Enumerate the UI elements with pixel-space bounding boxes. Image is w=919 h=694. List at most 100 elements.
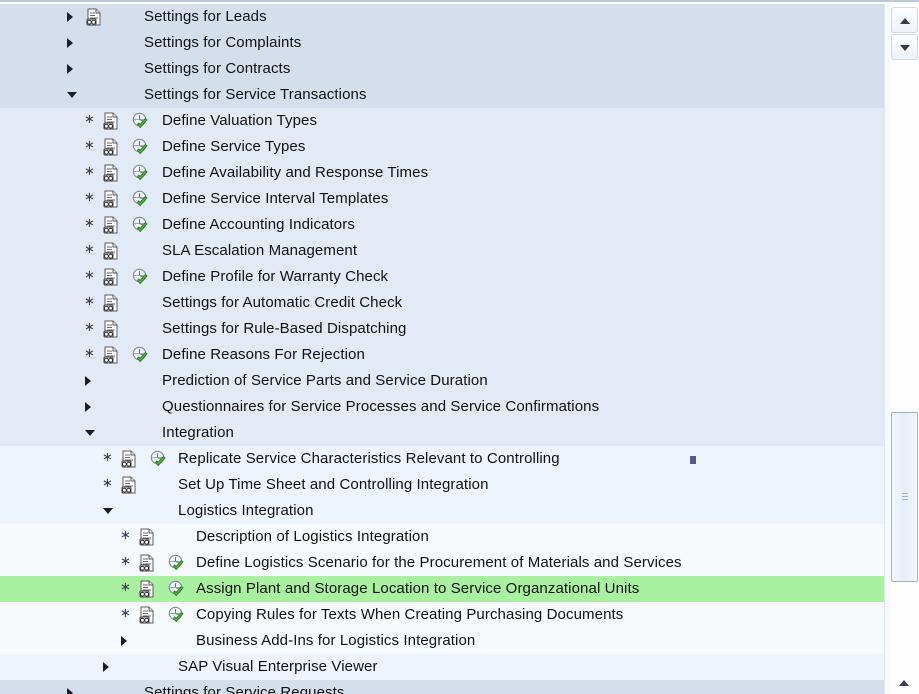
tree-twisty[interactable] [64,680,78,694]
img-documentation-icon[interactable] [103,138,120,156]
img-activity-status-icon[interactable] [131,190,149,208]
tree-row[interactable]: Business Add-Ins for Logistics Integrati… [0,628,884,654]
img-documentation-icon[interactable] [121,476,138,494]
tree-row[interactable]: Integration [0,420,884,446]
img-activity-status-icon[interactable] [131,164,149,182]
tree-row[interactable]: ∗ Assign Plant and Storage Location to Se… [0,576,884,602]
tree-twisty[interactable] [100,654,114,680]
img-activity-status-icon[interactable] [131,268,149,286]
tree-row-label[interactable]: Define Valuation Types [160,108,319,134]
tree-row[interactable]: Settings for Service Transactions [0,82,884,108]
tree-twisty[interactable] [82,420,96,446]
img-activity-status-icon[interactable] [167,580,185,598]
img-documentation-icon[interactable] [103,346,120,364]
tree-row-label[interactable]: Settings for Contracts [142,56,292,82]
tree-twisty[interactable] [64,4,78,30]
tree-row[interactable]: ∗ Settings for Rule-Based Dispatching [0,316,884,342]
tree-row[interactable]: ∗ Define Profile for Warranty Check [0,264,884,290]
tree-row[interactable]: ∗ Copying Rules for Texts When Creating P… [0,602,884,628]
scroll-bottom-button[interactable] [891,670,918,694]
tree-row[interactable]: Settings for Contracts [0,56,884,82]
tree-row-label[interactable]: Settings for Rule-Based Dispatching [160,316,408,342]
tree-row-label[interactable]: Define Logistics Scenario for the Procur… [194,550,684,576]
img-activity-status-icon[interactable] [149,450,167,468]
img-documentation-icon[interactable] [103,112,120,130]
tree-twisty[interactable] [100,498,114,524]
img-documentation-icon[interactable] [139,580,156,598]
tree-row[interactable]: ∗ Define Accounting Indicators [0,212,884,238]
tree-row-label[interactable]: Define Service Types [160,134,307,160]
vertical-scrollbar[interactable] [884,4,919,694]
tree-twisty[interactable] [64,82,78,108]
tree-row-label[interactable]: Set Up Time Sheet and Controlling Integr… [176,472,491,498]
img-documentation-icon[interactable] [103,320,120,338]
tree-row[interactable]: Logistics Integration [0,498,884,524]
tree-viewport[interactable]: Settings for Leads Settings for Complaint… [0,4,884,694]
tree-row-label[interactable]: Settings for Complaints [142,30,303,56]
img-activity-status-icon[interactable] [131,216,149,234]
tree-twisty[interactable] [64,56,78,82]
tree-row-label[interactable]: Define Profile for Warranty Check [160,264,390,290]
tree-row-label[interactable]: Define Service Interval Templates [160,186,390,212]
img-documentation-icon[interactable] [103,190,120,208]
tree-row-label[interactable]: Prediction of Service Parts and Service … [160,368,490,394]
img-activity-status-icon[interactable] [131,346,149,364]
tree-row[interactable]: ∗ Define Reasons For Rejection [0,342,884,368]
img-documentation-icon[interactable] [139,554,156,572]
scrollbar-thumb[interactable] [891,412,918,582]
img-documentation-icon[interactable] [121,450,138,468]
tree-row-label[interactable]: Define Accounting Indicators [160,212,357,238]
tree-row[interactable]: ∗ Define Availability and Response Times [0,160,884,186]
tree-row-label[interactable]: Questionnaires for Service Processes and… [160,394,601,420]
img-documentation-icon[interactable] [103,268,120,286]
tree-row[interactable]: Settings for Leads [0,4,884,30]
tree-row[interactable]: Settings for Service Requests [0,680,884,694]
tree-row-label[interactable]: SAP Visual Enterprise Viewer [176,654,380,680]
tree-row[interactable]: ∗ Define Valuation Types [0,108,884,134]
img-activity-status-icon[interactable] [167,606,185,624]
tree-twisty[interactable] [82,394,96,420]
img-activity-status-icon[interactable] [167,554,185,572]
img-documentation-icon[interactable] [86,8,103,26]
tree-twisty[interactable] [82,368,96,394]
tree-row[interactable]: SAP Visual Enterprise Viewer [0,654,884,680]
tree-row[interactable]: ∗ Set Up Time Sheet and Controlling Integ… [0,472,884,498]
tree-twisty[interactable] [64,30,78,56]
img-documentation-icon[interactable] [103,242,120,260]
tree-row[interactable]: ∗ SLA Escalation Management [0,238,884,264]
img-activity-tree[interactable]: Settings for Leads Settings for Complaint… [0,4,884,694]
img-documentation-icon[interactable] [103,164,120,182]
tree-row[interactable]: ∗ Replicate Service Characteristics Relev… [0,446,884,472]
img-activity-status-icon[interactable] [131,112,149,130]
tree-row-label[interactable]: Define Availability and Response Times [160,160,430,186]
img-documentation-icon[interactable] [103,294,120,312]
tree-row-label[interactable]: Define Reasons For Rejection [160,342,367,368]
tree-row-label[interactable]: Description of Logistics Integration [194,524,431,550]
tree-row[interactable]: Questionnaires for Service Processes and… [0,394,884,420]
tree-twisty[interactable] [118,628,132,654]
tree-row[interactable]: Settings for Complaints [0,30,884,56]
tree-row[interactable]: ∗ Define Logistics Scenario for the Procu… [0,550,884,576]
tree-row[interactable]: ∗ Define Service Interval Templates [0,186,884,212]
img-activity-status-icon[interactable] [131,138,149,156]
tree-row[interactable]: ∗ Description of Logistics Integration [0,524,884,550]
tree-row-label[interactable]: Integration [160,420,236,446]
img-documentation-icon[interactable] [139,528,156,546]
img-documentation-icon[interactable] [103,216,120,234]
tree-row-label[interactable]: SLA Escalation Management [160,238,359,264]
tree-row-label[interactable]: Logistics Integration [176,498,316,524]
scroll-up-button[interactable] [891,7,918,33]
scrollbar-track[interactable] [890,4,919,694]
scroll-down-button[interactable] [891,34,918,60]
tree-row[interactable]: ∗ Define Service Types [0,134,884,160]
tree-row[interactable]: ∗ Settings for Automatic Credit Check [0,290,884,316]
tree-row-label[interactable]: Settings for Automatic Credit Check [160,290,404,316]
tree-row-label[interactable]: Replicate Service Characteristics Releva… [176,446,562,472]
tree-row-label[interactable]: Settings for Leads [142,4,269,30]
tree-row[interactable]: Prediction of Service Parts and Service … [0,368,884,394]
tree-row-label[interactable]: Business Add-Ins for Logistics Integrati… [194,628,477,654]
tree-row-label[interactable]: Settings for Service Requests [142,680,347,694]
img-documentation-icon[interactable] [139,606,156,624]
tree-row-label[interactable]: Copying Rules for Texts When Creating Pu… [194,602,625,628]
tree-row-label[interactable]: Assign Plant and Storage Location to Ser… [194,576,642,602]
